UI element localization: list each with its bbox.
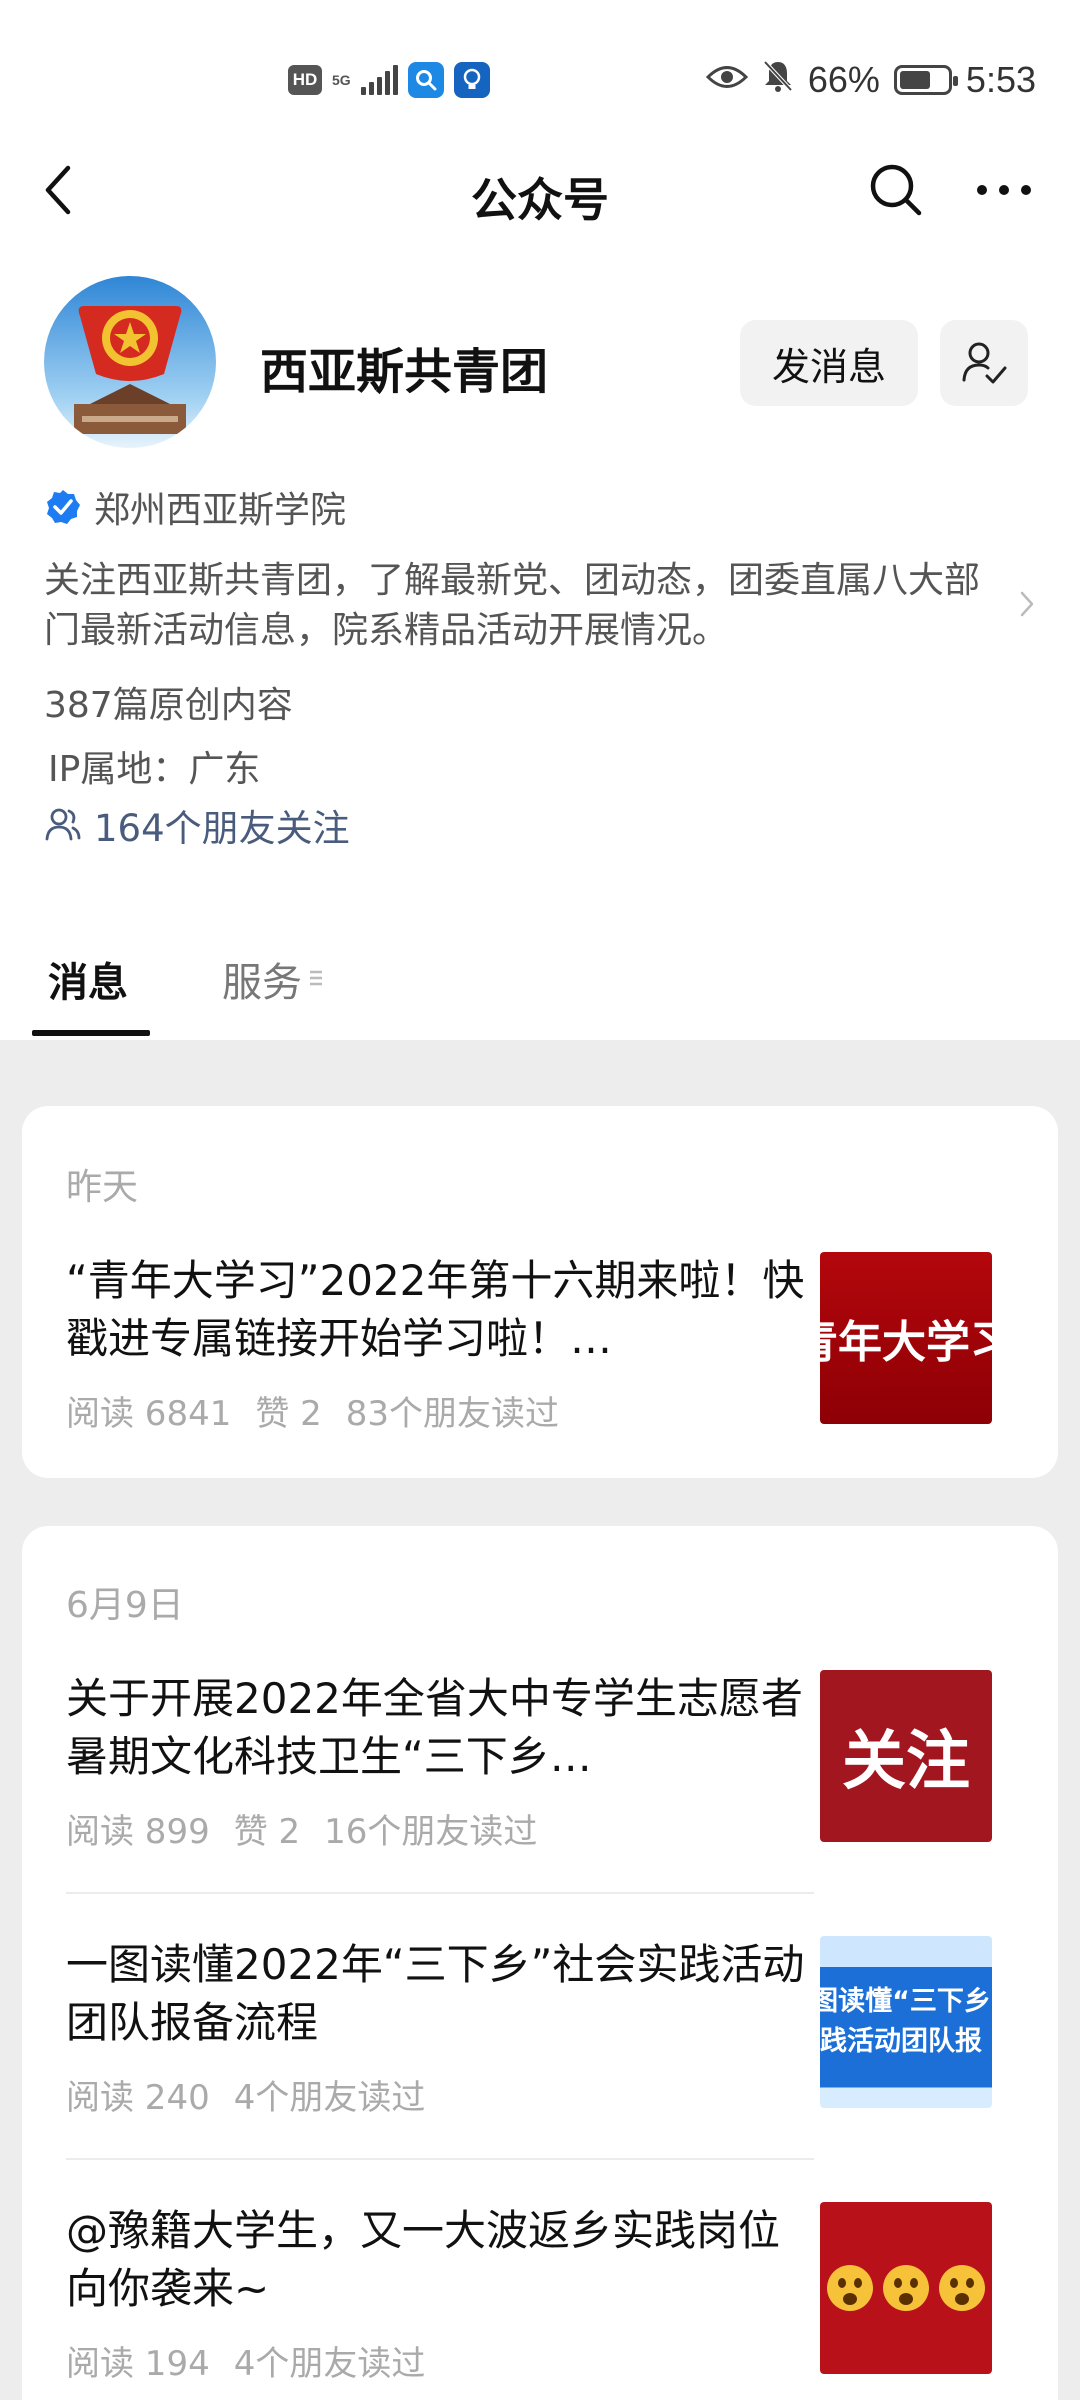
network-type: 5G	[332, 72, 351, 88]
account-description[interactable]: 关注西亚斯共青团，了解最新党、团动态，团委直属八大部门最新活动信息，院系精品活动…	[44, 556, 1004, 656]
read-count: 阅读 240	[66, 2078, 210, 2118]
status-right: 66% 5:53	[705, 56, 1036, 104]
message-card: 昨天 “青年大学习”2022年第十六期来啦！快戳进专属链接开始学习啦！… 阅读 …	[22, 1106, 1058, 1478]
read-count: 阅读 899	[66, 1812, 210, 1852]
article-title: 关于开展2022年全省大中专学生志愿者暑期文化科技卫生“三下乡…	[66, 1674, 803, 1781]
friends-following[interactable]: 164个朋友关注	[44, 800, 350, 850]
account-name: 西亚斯共青团	[260, 344, 549, 400]
eye-icon	[705, 59, 748, 101]
clock: 5:53	[965, 59, 1036, 100]
message-card: 6月9日 关于开展2022年全省大中专学生志愿者暑期文化科技卫生“三下乡… 阅读…	[22, 1526, 1058, 2400]
card-date: 6月9日	[66, 1585, 184, 1626]
send-message-button[interactable]: 发消息	[740, 320, 918, 406]
battery-percent: 66%	[807, 59, 880, 100]
more-icon[interactable]	[972, 160, 1036, 220]
verified-org-name: 郑州西亚斯学院	[94, 490, 347, 531]
friends-icon	[45, 808, 81, 841]
tab-bar: 消息 服务	[0, 930, 1080, 1040]
friends-read: 16个朋友读过	[324, 1812, 538, 1852]
thumbnail-text: 关注	[842, 1725, 970, 1799]
article-meta: 阅读 6841 赞 2 83个朋友读过	[66, 1386, 583, 1435]
follow-button[interactable]	[940, 320, 1028, 406]
read-count: 阅读 6841	[66, 1394, 232, 1434]
bulb-app-icon	[453, 62, 490, 98]
nav-bar: 公众号	[0, 140, 1080, 240]
status-bar: HD 5G 66% 5:53	[0, 0, 1080, 130]
divider	[66, 2158, 814, 2160]
bell-off-icon	[762, 59, 794, 102]
thumbnail-text: 青年大学习	[820, 1317, 992, 1368]
card-date: 昨天	[66, 1167, 139, 1208]
friends-following-label: 164个朋友关注	[94, 807, 350, 850]
divider	[66, 1892, 814, 1894]
tab-messages[interactable]: 消息	[48, 950, 128, 1008]
surprised-emoji-icon	[883, 2265, 929, 2311]
status-left: HD 5G	[288, 56, 490, 104]
menu-lines-icon	[308, 963, 324, 996]
ip-location: IP属地：广东	[48, 749, 261, 790]
signal-icon	[360, 65, 398, 95]
article-thumbnail[interactable]: 青年大学习	[820, 1252, 992, 1424]
search-app-icon	[407, 62, 444, 98]
article-title: @豫籍大学生，又一大波返乡实践岗位向你袭来~	[66, 2206, 781, 2313]
message-feed[interactable]: 昨天 “青年大学习”2022年第十六期来啦！快戳进专属链接开始学习啦！… 阅读 …	[0, 1040, 1080, 2400]
thumbnail-text-line1: 图读懂“三下乡	[820, 1986, 991, 2017]
article-thumbnail[interactable]	[820, 2202, 992, 2374]
article-meta: 阅读 240 4个朋友读过	[66, 2070, 449, 2119]
article-meta: 阅读 899 赞 2 16个朋友读过	[66, 1804, 561, 1853]
battery-icon	[893, 65, 958, 95]
tab-services-label: 服务	[222, 960, 302, 1006]
article-title: “青年大学习”2022年第十六期来啦！快戳进专属链接开始学习啦！…	[66, 1256, 805, 1363]
thumbnail-text-line2: 践活动团队报	[820, 2026, 982, 2057]
article-thumbnail[interactable]: 图读懂“三下乡 践活动团队报	[820, 1936, 992, 2108]
friends-read: 4个朋友读过	[233, 2078, 426, 2118]
search-icon[interactable]	[866, 160, 926, 220]
hd-icon: HD	[288, 65, 322, 95]
verified-badge-icon	[47, 490, 80, 524]
read-count: 阅读 194	[66, 2344, 210, 2384]
friends-read: 4个朋友读过	[233, 2344, 426, 2384]
like-count: 赞 2	[233, 1812, 301, 1852]
user-check-icon	[962, 342, 1007, 384]
like-count: 赞 2	[255, 1394, 322, 1434]
article-meta: 阅读 194 4个朋友读过	[66, 2336, 449, 2385]
surprised-emoji-icon	[939, 2265, 985, 2311]
verified-org[interactable]: 郑州西亚斯学院	[44, 482, 346, 532]
surprised-emoji-icon	[827, 2265, 873, 2311]
article-thumbnail[interactable]: 关注	[820, 1670, 992, 1842]
original-count[interactable]: 387篇原创内容	[44, 676, 293, 728]
article-title: 一图读懂2022年“三下乡”社会实践活动团队报备流程	[66, 1940, 805, 2047]
avatar[interactable]	[44, 276, 216, 448]
chevron-right-icon[interactable]	[1012, 584, 1042, 624]
tab-services[interactable]: 服务	[222, 950, 324, 1008]
friends-read: 83个朋友读过	[345, 1394, 560, 1434]
tab-indicator	[32, 1030, 150, 1036]
